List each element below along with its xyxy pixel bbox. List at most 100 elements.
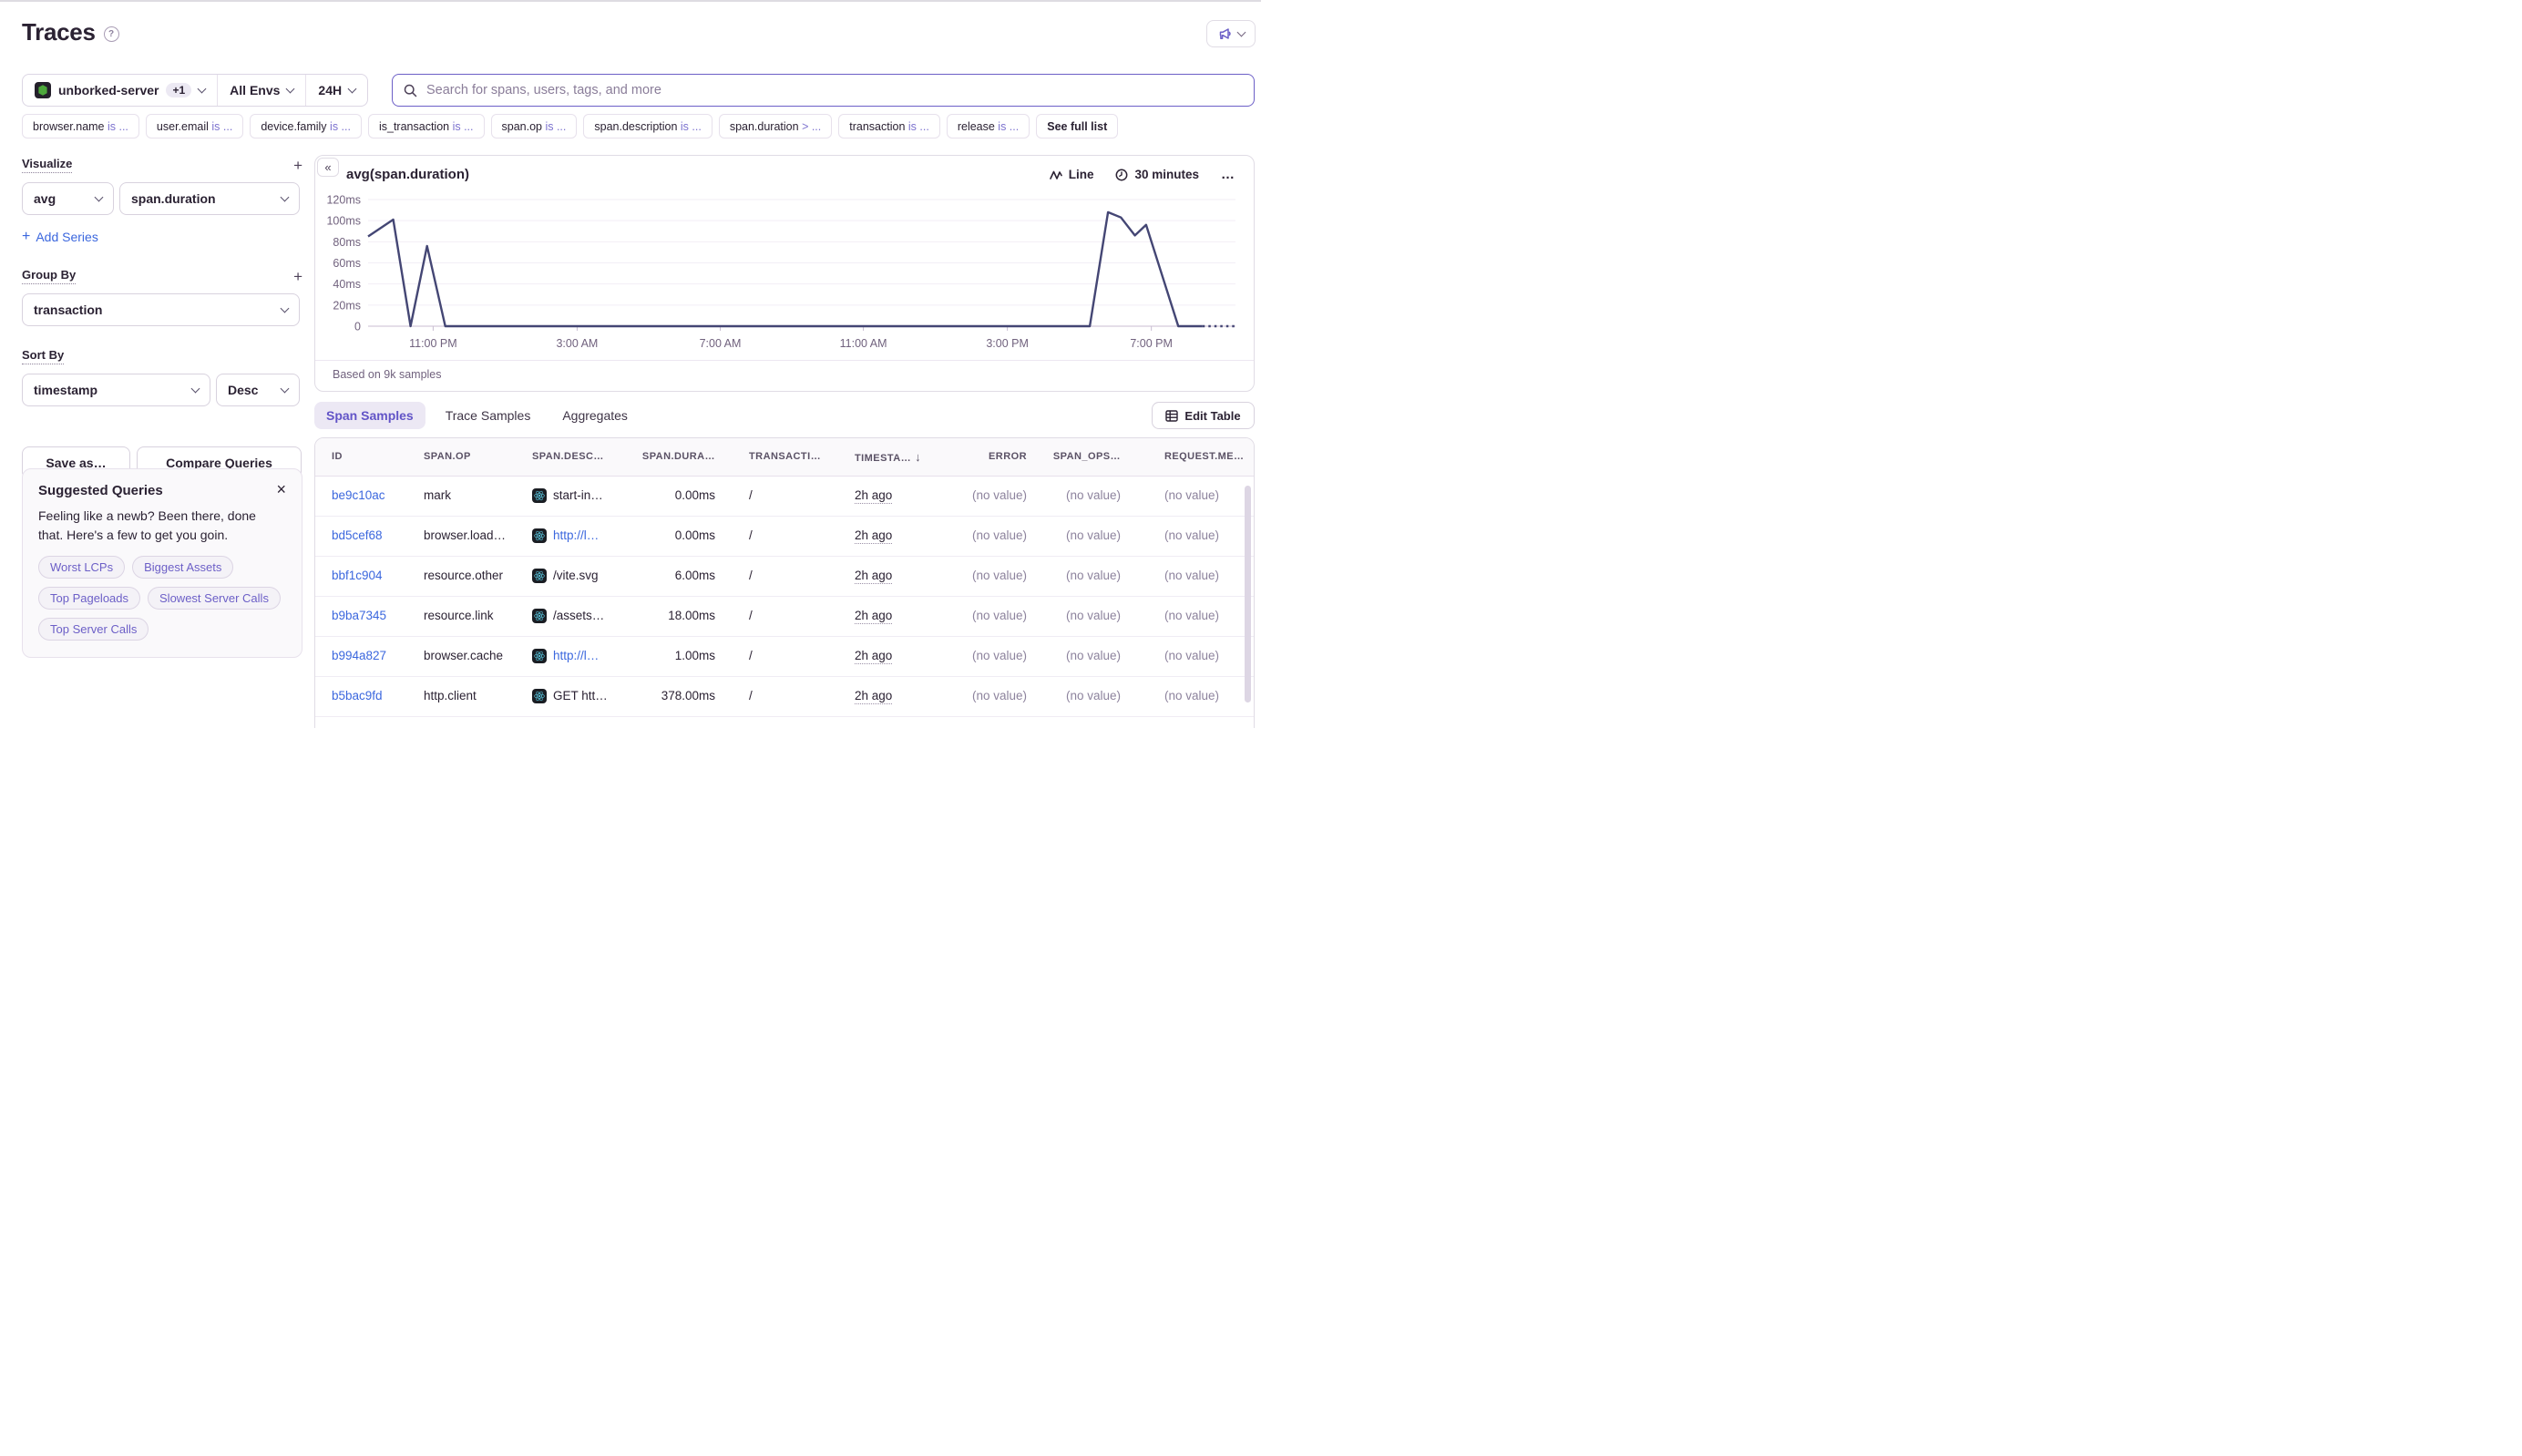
svg-text:100ms: 100ms	[326, 215, 361, 228]
timestamp-value: 2h ago	[855, 488, 892, 504]
chart-panel: « avg(span.duration) Line 30 minutes	[314, 155, 1255, 392]
table-row: be9c10acmark start-in…0.00ms/2h ago(no v…	[315, 476, 1255, 516]
project-extra-badge: +1	[166, 83, 191, 97]
tab-trace-samples[interactable]: Trace Samples	[434, 402, 543, 429]
suggested-chip-slowest-server-calls[interactable]: Slowest Server Calls	[148, 587, 281, 610]
group-by-select[interactable]: transaction	[22, 293, 300, 326]
span-description[interactable]: http://l…	[553, 649, 599, 662]
filter-chip-span.description[interactable]: span.description is ...	[583, 114, 712, 138]
chart-menu-button[interactable]: …	[1221, 167, 1235, 182]
react-platform-icon	[532, 649, 547, 663]
svg-text:40ms: 40ms	[333, 278, 361, 291]
column-header-7[interactable]: SPAN_OPS…	[1043, 438, 1137, 476]
filter-chips: browser.name is ... user.email is ... devi…	[22, 114, 1118, 138]
sort-field-select[interactable]: timestamp	[22, 374, 210, 406]
feedback-button[interactable]	[1206, 20, 1256, 47]
filter-chip-device.family[interactable]: device.family is ...	[250, 114, 362, 138]
table-row: b994a827browser.cache http://l…1.00ms/2h…	[315, 636, 1255, 676]
edit-table-button[interactable]: Edit Table	[1152, 402, 1255, 429]
metric-value: span.duration	[131, 191, 216, 206]
project-platform-icon	[35, 82, 51, 98]
help-icon[interactable]: ?	[104, 26, 119, 42]
sort-field-value: timestamp	[34, 383, 97, 397]
metric-select[interactable]: span.duration	[119, 182, 300, 215]
filter-chip-user.email[interactable]: user.email is ...	[146, 114, 243, 138]
environment-selector[interactable]: All Envs	[217, 75, 305, 106]
interval-control[interactable]: 30 minutes	[1115, 168, 1199, 181]
table-row: bd5cef68browser.load… http://l…0.00ms/2h…	[315, 516, 1255, 556]
column-header-5[interactable]: TIMESTA… ↓	[838, 438, 953, 476]
page-title: Traces	[22, 18, 96, 46]
column-header-3[interactable]: SPAN.DURA…	[625, 438, 733, 476]
filter-chip-span.duration[interactable]: span.duration > ...	[719, 114, 832, 138]
sample-count-note: Based on 9k samples	[333, 368, 442, 381]
tab-aggregates[interactable]: Aggregates	[550, 402, 640, 429]
add-visualize-button[interactable]: +	[293, 158, 302, 173]
table-row: b9ba7345resource.link /assets…18.00ms/2h…	[315, 596, 1255, 636]
filter-chip-span.op[interactable]: span.op is ...	[491, 114, 578, 138]
svg-text:20ms: 20ms	[333, 299, 361, 312]
page-filter-bar: unborked-server +1 All Envs 24H	[22, 74, 368, 107]
span-id-link[interactable]: b9ba7345	[332, 609, 386, 622]
span-id-link[interactable]: bbf1c904	[332, 569, 383, 582]
table-scrollbar[interactable]	[1245, 486, 1251, 702]
chevron-down-icon	[191, 384, 200, 393]
chart-title: avg(span.duration)	[346, 167, 469, 182]
aggregate-value: avg	[34, 191, 56, 206]
span-id-link[interactable]: bd5cef68	[332, 528, 383, 542]
sort-direction-select[interactable]: Desc	[216, 374, 300, 406]
date-range-selector[interactable]: 24H	[305, 75, 367, 106]
chart-type-control[interactable]: Line	[1050, 168, 1094, 181]
column-header-0[interactable]: ID	[315, 438, 407, 476]
span-description[interactable]: http://l…	[553, 528, 599, 542]
collapse-sidebar-button[interactable]: «	[317, 158, 339, 177]
svg-text:60ms: 60ms	[333, 257, 361, 270]
span-description: /vite.svg	[553, 569, 599, 582]
suggested-chip-biggest-assets[interactable]: Biggest Assets	[132, 556, 233, 579]
close-icon[interactable]: ×	[276, 483, 286, 496]
suggested-chip-top-server-calls[interactable]: Top Server Calls	[38, 618, 149, 641]
react-platform-icon	[532, 609, 547, 623]
megaphone-icon	[1218, 26, 1233, 41]
divider	[315, 360, 1254, 361]
chevron-down-icon	[198, 84, 207, 93]
add-series-button[interactable]: + Add Series	[22, 229, 98, 245]
filter-chip-transaction[interactable]: transaction is ...	[838, 114, 940, 138]
svg-text:7:00 PM: 7:00 PM	[1130, 337, 1173, 350]
column-header-8[interactable]: REQUEST.ME…	[1137, 438, 1255, 476]
span-id-link[interactable]: b5bac9fd	[332, 689, 383, 702]
chart-type-label: Line	[1069, 168, 1094, 181]
see-full-list-button[interactable]: See full list	[1036, 114, 1118, 138]
search-bar[interactable]	[392, 74, 1255, 107]
span-id-link[interactable]: be9c10ac	[332, 488, 385, 502]
filter-chip-is_transaction[interactable]: is_transaction is ...	[368, 114, 485, 138]
column-header-4[interactable]: TRANSACTI…	[733, 438, 838, 476]
span-description: start-in…	[553, 488, 603, 502]
project-selector[interactable]: unborked-server +1	[23, 75, 217, 106]
svg-text:80ms: 80ms	[333, 236, 361, 249]
date-range-value: 24H	[318, 83, 342, 97]
span-samples-table: IDSPAN.OPSPAN.DESC…SPAN.DURA…TRANSACTI…T…	[314, 437, 1255, 728]
filter-chip-browser.name[interactable]: browser.name is ...	[22, 114, 139, 138]
suggested-chip-worst-lcps[interactable]: Worst LCPs	[38, 556, 125, 579]
react-platform-icon	[532, 689, 547, 703]
column-header-1[interactable]: SPAN.OP	[407, 438, 516, 476]
filter-chip-release[interactable]: release is ...	[947, 114, 1030, 138]
span-description: GET htt…	[553, 689, 608, 702]
traces-page: Traces ? unborked-server +1 All Envs 24H	[0, 0, 1261, 728]
table-header-row: IDSPAN.OPSPAN.DESC…SPAN.DURA…TRANSACTI…T…	[315, 438, 1255, 476]
svg-text:0: 0	[354, 321, 361, 333]
column-header-2[interactable]: SPAN.DESC…	[516, 438, 625, 476]
column-header-6[interactable]: ERROR	[953, 438, 1043, 476]
suggested-chip-top-pageloads[interactable]: Top Pageloads	[38, 587, 140, 610]
svg-text:11:00 PM: 11:00 PM	[409, 337, 457, 350]
chevron-down-icon	[1236, 27, 1246, 36]
aggregate-select[interactable]: avg	[22, 182, 114, 215]
search-input[interactable]	[426, 83, 1243, 97]
span-id-link[interactable]: b994a827	[332, 649, 386, 662]
add-group-by-button[interactable]: +	[293, 269, 302, 284]
svg-text:11:00 AM: 11:00 AM	[840, 337, 887, 350]
timestamp-value: 2h ago	[855, 528, 892, 544]
window-edge	[0, 0, 1261, 2]
tab-span-samples[interactable]: Span Samples	[314, 402, 425, 429]
